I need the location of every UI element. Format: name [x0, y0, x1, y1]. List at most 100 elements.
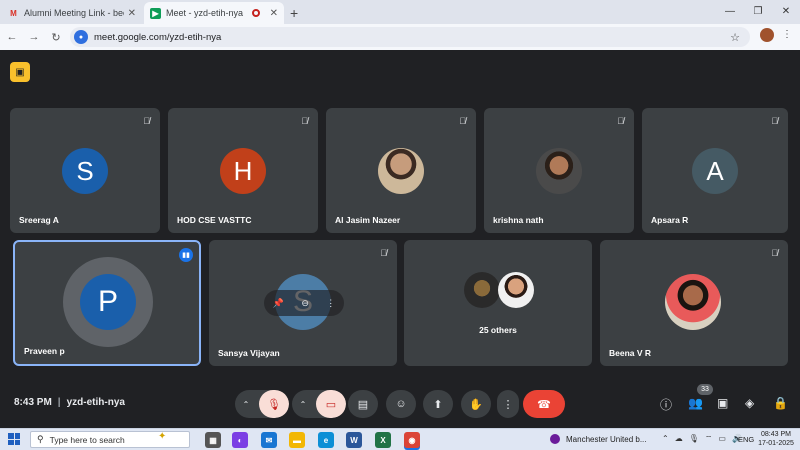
new-tab-button[interactable]: + — [290, 2, 298, 24]
participant-tile-active-speaker[interactable]: ▮▮ P Praveen p — [13, 240, 201, 366]
mic-off-icon: 🎙̸ — [771, 248, 778, 258]
mic-off-icon: 🎙̸ — [771, 116, 778, 126]
windows-taskbar: ⚲ Type here to search ✦ ▦ ◐ ✉ ▬ e W X ◉ … — [0, 428, 800, 450]
tab-meet[interactable]: ▶ Meet - yzd-etih-nya ✕ — [144, 2, 284, 24]
file-explorer-icon[interactable]: ▬ — [289, 432, 305, 448]
edge-icon[interactable]: e — [318, 432, 334, 448]
participant-tile[interactable]: 🎙̸ A Apsara R — [642, 108, 788, 233]
clock-date: 17-01-2025 — [758, 440, 794, 447]
close-icon[interactable]: ✕ — [270, 8, 278, 19]
avatar: H — [220, 148, 266, 194]
participant-tile[interactable]: 🎙̸ S Sreerag A — [10, 108, 160, 233]
mic-control: ⌃ 🎙 — [235, 390, 289, 418]
host-controls-icon[interactable]: 🔒 — [773, 396, 788, 410]
recording-icon — [251, 9, 260, 17]
tab-strip: M Alumni Meeting Link - beena@ ✕ ▶ Meet … — [0, 0, 800, 24]
raise-hand-button[interactable]: ✋ — [461, 390, 491, 418]
avatar-photo — [498, 272, 534, 308]
search-placeholder: Type here to search — [49, 434, 125, 445]
participant-name: Sreerag A — [19, 215, 59, 225]
participant-name: Beena V R — [609, 348, 652, 358]
taskbar-clock[interactable]: 08:43 PM 17-01-2025 — [756, 430, 796, 448]
mic-off-icon: 🎙̸ — [143, 116, 150, 126]
present-screen-button[interactable]: ⬆ — [423, 390, 453, 418]
back-button[interactable]: ← — [2, 31, 22, 43]
chrome-icon[interactable]: ◉ — [404, 432, 420, 448]
camera-control: ⌃ ▭ — [292, 390, 346, 418]
camera-off-button[interactable]: ▭ — [316, 390, 346, 418]
activities-icon[interactable]: ◈ — [745, 396, 754, 410]
reload-button[interactable]: ↻ — [46, 31, 66, 44]
participant-tile[interactable]: 🎙̸ Beena V R — [600, 240, 788, 366]
news-icon — [550, 434, 560, 444]
search-highlight-icon: ✦ — [158, 431, 167, 442]
close-icon[interactable]: ✕ — [128, 8, 136, 19]
cloud-icon[interactable]: ☁ — [675, 434, 683, 444]
meeting-stage: ▣ 🎙̸ S Sreerag A 🎙̸ H HOD CSE VASTTC 🎙̸ … — [0, 50, 800, 428]
tile-hover-controls: 📌 ⊖ ⋮ — [264, 290, 344, 316]
others-tile[interactable]: 25 others — [404, 240, 592, 366]
address-bar[interactable]: ● meet.google.com/yzd-etih-nya ☆ — [70, 27, 750, 47]
emoji-reaction-button[interactable]: ☺ — [386, 390, 416, 418]
leave-call-button[interactable]: ☎ — [523, 390, 565, 418]
captions-button[interactable]: ▤ — [348, 390, 378, 418]
meeting-control-bar: 8:43 PM | yzd-etih-nya ⌃ 🎙 ⌃ ▭ ▤ ☺ ⬆ ✋ ⋮ ☎… — [0, 380, 800, 428]
more-options-button[interactable]: ⋮ — [497, 390, 519, 418]
more-options-icon[interactable]: ⋮ — [326, 298, 335, 309]
news-text: Manchester United b... — [566, 434, 647, 444]
url-text: meet.google.com/yzd-etih-nya — [94, 31, 222, 43]
minimize-button[interactable]: — — [716, 0, 744, 22]
camera-off-icon[interactable]: ▣ — [10, 62, 30, 82]
mic-off-button[interactable]: 🎙 — [259, 390, 289, 418]
close-window-button[interactable]: ✕ — [772, 0, 800, 22]
chat-icon[interactable]: ▣ — [717, 396, 728, 410]
meet-icon: ▶ — [150, 7, 161, 19]
browser-menu-icon[interactable]: ⋮ — [782, 29, 792, 40]
mic-off-icon: 🎙̸ — [380, 248, 387, 258]
clock-text: 8:43 PM — [14, 397, 52, 408]
site-info-icon[interactable]: ● — [74, 30, 88, 44]
avatar-photo — [536, 148, 582, 194]
video-options-chevron-icon[interactable]: ⌃ — [292, 390, 314, 418]
tab-alumni[interactable]: M Alumni Meeting Link - beena@ ✕ — [2, 2, 142, 24]
mic-icon[interactable]: 🎙 — [689, 434, 699, 444]
participant-name: HOD CSE VASTTC — [177, 215, 252, 225]
clock-time: 08:43 PM — [761, 431, 791, 438]
excel-icon[interactable]: X — [375, 432, 391, 448]
participant-count-badge: 33 — [697, 384, 713, 395]
news-widget[interactable]: Manchester United b... — [550, 434, 646, 444]
mail-icon[interactable]: ✉ — [261, 432, 277, 448]
audio-options-chevron-icon[interactable]: ⌃ — [235, 390, 257, 418]
avatar-photo — [378, 148, 424, 194]
browser-toolbar: ← → ↻ ● meet.google.com/yzd-etih-nya ☆ ⋮ — [0, 24, 800, 50]
copilot-icon[interactable]: ◐ — [232, 432, 248, 448]
windows-start-icon[interactable] — [8, 433, 20, 445]
mic-off-icon: 🎙̸ — [301, 116, 308, 126]
tab-title: Meet - yzd-etih-nya — [166, 8, 244, 18]
remove-icon[interactable]: ⊖ — [301, 298, 309, 309]
chevron-up-icon[interactable]: ⌃ — [662, 434, 669, 444]
participant-name: Praveen p — [24, 346, 65, 356]
speaking-indicator-icon: ▮▮ — [179, 248, 193, 262]
participant-tile[interactable]: 🎙̸ krishna nath — [484, 108, 634, 233]
profile-avatar[interactable] — [760, 28, 774, 42]
wifi-icon[interactable]: ⌔ — [705, 434, 713, 444]
people-icon[interactable]: 👥 — [688, 396, 703, 410]
participant-tile[interactable]: 🎙̸ S 📌 ⊖ ⋮ Sansya Vijayan — [209, 240, 397, 366]
participant-name: Sansya Vijayan — [218, 348, 280, 358]
battery-icon[interactable]: ▭ — [718, 434, 726, 444]
browser-chrome: M Alumni Meeting Link - beena@ ✕ ▶ Meet … — [0, 0, 800, 50]
language-indicator[interactable]: ENG — [738, 435, 754, 444]
pin-icon[interactable]: 📌 — [273, 298, 284, 309]
participant-tile[interactable]: 🎙̸ Al Jasim Nazeer — [326, 108, 476, 233]
word-icon[interactable]: W — [346, 432, 362, 448]
task-view-icon[interactable]: ▦ — [205, 432, 221, 448]
avatar-photo — [464, 272, 500, 308]
system-tray: ⌃ ☁ 🎙 ⌔ ▭ 🔊 — [662, 434, 742, 444]
forward-button[interactable]: → — [24, 31, 44, 43]
mic-off-icon: 🎙̸ — [617, 116, 624, 126]
maximize-button[interactable]: ❐ — [744, 0, 772, 22]
participant-tile[interactable]: 🎙̸ H HOD CSE VASTTC — [168, 108, 318, 233]
meeting-details-icon[interactable]: ⓘ — [660, 396, 672, 413]
bookmark-star-icon[interactable]: ☆ — [730, 31, 740, 44]
